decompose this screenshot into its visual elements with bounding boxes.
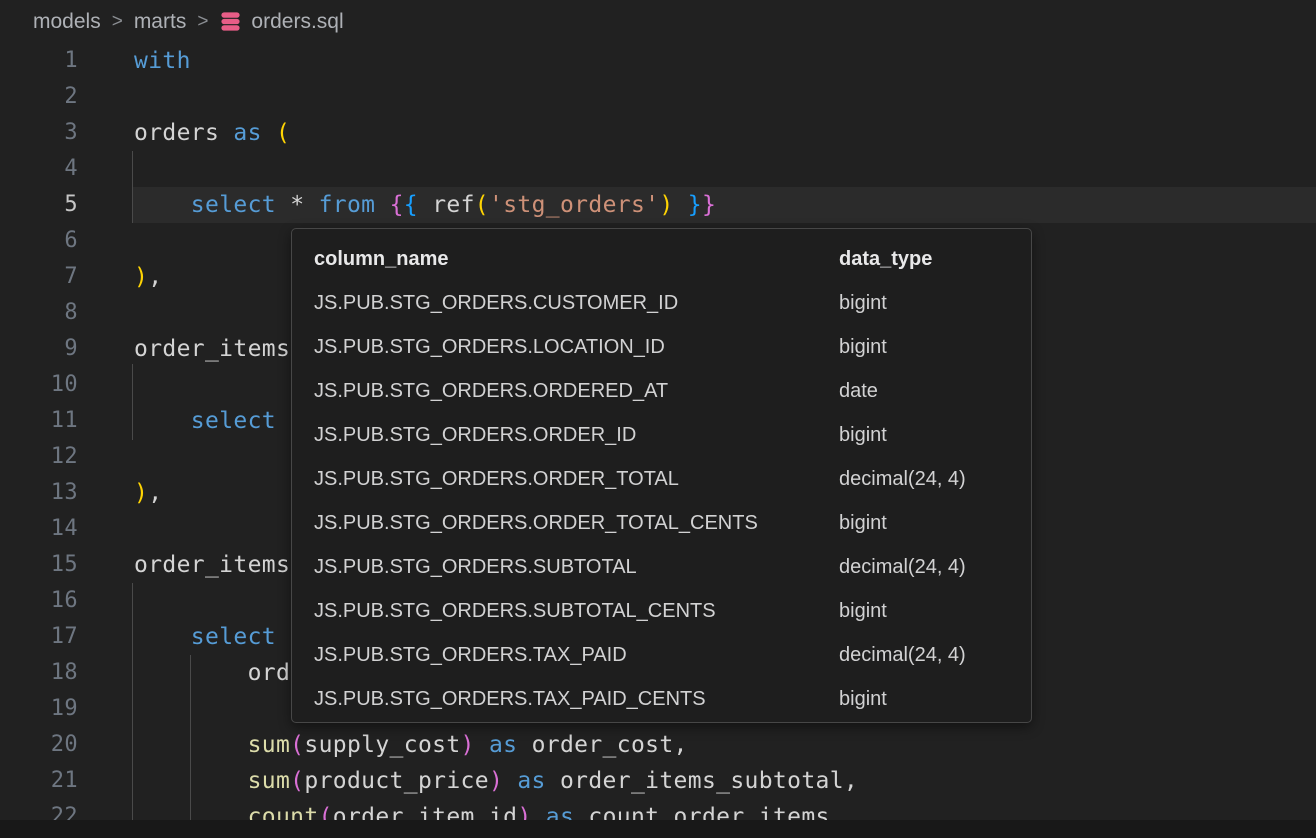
popup-column-row: JS.PUB.STG_ORDERS.SUBTOTALdecimal(24, 4) (314, 545, 1031, 589)
popup-column-row: JS.PUB.STG_ORDERS.ORDERED_ATdate (314, 369, 1031, 413)
line-number[interactable]: 8 (0, 295, 78, 331)
popup-column-name: JS.PUB.STG_ORDERS.ORDER_ID (314, 424, 839, 447)
popup-column-row: JS.PUB.STG_ORDERS.ORDER_TOTALdecimal(24,… (314, 457, 1031, 501)
popup-column-name: JS.PUB.STG_ORDERS.TAX_PAID (314, 644, 839, 667)
popup-column-row: JS.PUB.STG_ORDERS.CUSTOMER_IDbigint (314, 281, 1031, 325)
line-number[interactable]: 1 (0, 43, 78, 79)
line-number[interactable]: 19 (0, 691, 78, 727)
editor-content[interactable]: 1 with 23 orders as ( 45 select * from {{ re… (0, 0, 1316, 838)
line-number[interactable]: 16 (0, 583, 78, 619)
line-number[interactable]: 20 (0, 727, 78, 763)
line-number[interactable]: 18 (0, 655, 78, 691)
line-number[interactable]: 4 (0, 151, 78, 187)
indent-guide (132, 364, 133, 440)
popup-column-row: JS.PUB.STG_ORDERS.TAX_PAIDdecimal(24, 4) (314, 633, 1031, 677)
line-number[interactable]: 13 (0, 475, 78, 511)
code-text: select (134, 619, 276, 655)
column-metadata-popup: column_name data_type JS.PUB.STG_ORDERS.… (291, 228, 1032, 723)
line-number[interactable]: 11 (0, 403, 78, 439)
code-text: with (134, 43, 191, 79)
indent-guide (132, 583, 133, 820)
popup-data-type: bigint (839, 424, 1031, 447)
line-number[interactable]: 21 (0, 763, 78, 799)
line-number[interactable]: 7 (0, 259, 78, 295)
code-line-4[interactable]: 4 (0, 151, 1316, 187)
popup-data-type: bigint (839, 600, 1031, 623)
code-text: order_items (134, 547, 290, 583)
code-line-20[interactable]: 20 sum(supply_cost) as order_cost, (0, 727, 1316, 763)
popup-data-type: bigint (839, 336, 1031, 359)
line-number[interactable]: 14 (0, 511, 78, 547)
popup-column-row: JS.PUB.STG_ORDERS.TAX_PAID_CENTSbigint (314, 677, 1031, 721)
code-text: ), (134, 475, 162, 511)
indent-guide (190, 655, 191, 820)
popup-column-name: JS.PUB.STG_ORDERS.LOCATION_ID (314, 336, 839, 359)
code-text: sum(supply_cost) as order_cost, (134, 727, 688, 763)
line-number[interactable]: 6 (0, 223, 78, 259)
popup-column-row: JS.PUB.STG_ORDERS.ORDER_IDbigint (314, 413, 1031, 457)
code-text: ), (134, 259, 162, 295)
code-text: select * from {{ ref('stg_orders') }} (134, 187, 716, 223)
code-line-21[interactable]: 21 sum(product_price) as order_items_sub… (0, 763, 1316, 799)
code-text: sum(product_price) as order_items_subtot… (134, 763, 858, 799)
code-line-2[interactable]: 2 (0, 79, 1316, 115)
popup-column-name: JS.PUB.STG_ORDERS.TAX_PAID_CENTS (314, 688, 839, 711)
line-number[interactable]: 10 (0, 367, 78, 403)
line-number[interactable]: 17 (0, 619, 78, 655)
popup-column-name: JS.PUB.STG_ORDERS.ORDER_TOTAL (314, 468, 839, 491)
popup-column-name: JS.PUB.STG_ORDERS.ORDER_TOTAL_CENTS (314, 512, 839, 535)
popup-column-name: JS.PUB.STG_ORDERS.CUSTOMER_ID (314, 292, 839, 315)
popup-column-name: JS.PUB.STG_ORDERS.SUBTOTAL_CENTS (314, 600, 839, 623)
line-number[interactable]: 5 (0, 187, 78, 223)
popup-data-type: date (839, 380, 1031, 403)
popup-column-row: JS.PUB.STG_ORDERS.ORDER_TOTAL_CENTSbigin… (314, 501, 1031, 545)
code-text: select (134, 403, 276, 439)
code-text: orders as ( (134, 115, 290, 151)
line-number[interactable]: 3 (0, 115, 78, 151)
popup-data-type: bigint (839, 512, 1031, 535)
line-number[interactable]: 15 (0, 547, 78, 583)
popup-header-column-name: column_name (314, 248, 839, 271)
popup-data-type: decimal(24, 4) (839, 644, 1031, 667)
popup-data-type: bigint (839, 292, 1031, 315)
code-text: order_items (134, 331, 290, 367)
code-editor-window: models > marts > orders.sql 1with23order… (0, 0, 1316, 838)
popup-data-type: bigint (839, 688, 1031, 711)
indent-guide (132, 151, 133, 223)
popup-data-type: decimal(24, 4) (839, 468, 1031, 491)
popup-column-name: JS.PUB.STG_ORDERS.ORDERED_AT (314, 380, 839, 403)
code-line-3[interactable]: 3 orders as ( (0, 115, 1316, 151)
line-number[interactable]: 9 (0, 331, 78, 367)
line-number[interactable]: 12 (0, 439, 78, 475)
code-text: ord (134, 655, 290, 691)
line-number[interactable]: 2 (0, 79, 78, 115)
popup-column-name: JS.PUB.STG_ORDERS.SUBTOTAL (314, 556, 839, 579)
popup-data-type: decimal(24, 4) (839, 556, 1031, 579)
popup-column-row: JS.PUB.STG_ORDERS.LOCATION_IDbigint (314, 325, 1031, 369)
panel-divider (0, 820, 1316, 838)
popup-column-row: JS.PUB.STG_ORDERS.SUBTOTAL_CENTSbigint (314, 589, 1031, 633)
code-line-1[interactable]: 1 with (0, 43, 1316, 79)
popup-header-data-type: data_type (839, 248, 1031, 271)
code-line-5[interactable]: 5 select * from {{ ref('stg_orders') }} (0, 187, 1316, 223)
popup-header-row: column_name data_type (314, 237, 1031, 281)
